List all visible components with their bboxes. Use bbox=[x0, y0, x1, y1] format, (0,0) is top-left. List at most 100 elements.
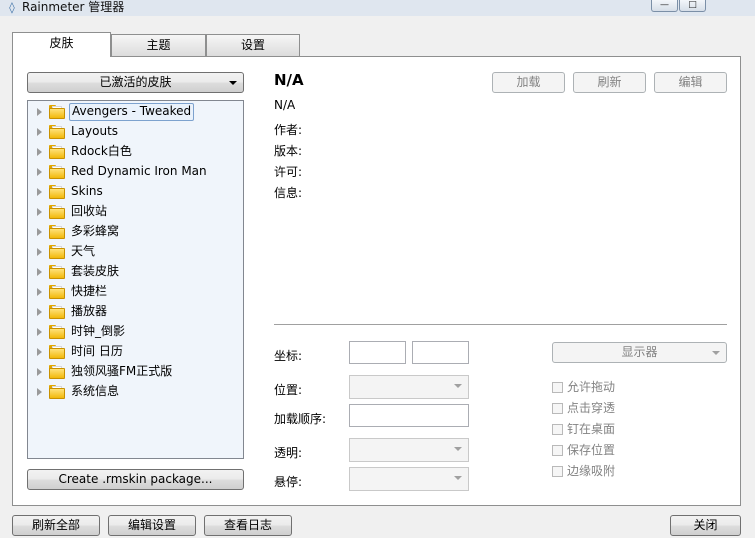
folder-icon bbox=[49, 145, 65, 159]
folder-icon bbox=[49, 105, 65, 119]
tree-item[interactable]: Skins bbox=[28, 182, 243, 202]
folder-icon bbox=[49, 285, 65, 299]
tree-item[interactable]: Layouts bbox=[28, 122, 243, 142]
license-label: 许可: bbox=[274, 165, 303, 179]
chevron-down-icon bbox=[454, 447, 462, 451]
load-button[interactable]: 加载 bbox=[492, 72, 565, 93]
active-skins-dropdown-label: 已激活的皮肤 bbox=[99, 75, 172, 89]
author-label: 作者: bbox=[274, 123, 303, 137]
coordinate-x-input[interactable] bbox=[349, 341, 406, 364]
tree-item[interactable]: Rdock白色 bbox=[28, 142, 243, 162]
view-log-button[interactable]: 查看日志 bbox=[204, 515, 292, 536]
tree-item[interactable]: 套装皮肤 bbox=[28, 262, 243, 282]
tree-item-label: 回收站 bbox=[71, 204, 108, 218]
tree-item[interactable]: 天气 bbox=[28, 242, 243, 262]
folder-icon bbox=[49, 165, 65, 179]
save-position-checkbox[interactable]: 保存位置 bbox=[552, 443, 672, 459]
checkbox-box bbox=[552, 424, 563, 435]
folder-icon bbox=[49, 245, 65, 259]
edit-settings-button[interactable]: 编辑设置 bbox=[108, 515, 196, 536]
tree-item-label: 快捷栏 bbox=[71, 284, 108, 298]
info-label: 信息: bbox=[274, 186, 303, 200]
folder-icon bbox=[49, 325, 65, 339]
maximize-button[interactable]: □ bbox=[679, 0, 706, 12]
expand-arrow-icon[interactable] bbox=[37, 148, 42, 156]
tree-item-label: Avengers - Tweaked bbox=[69, 103, 195, 121]
tree-item-label: 系统信息 bbox=[71, 384, 120, 398]
tab-skins[interactable]: 皮肤 bbox=[12, 32, 111, 57]
expand-arrow-icon[interactable] bbox=[37, 308, 42, 316]
tab-settings[interactable]: 设置 bbox=[206, 34, 300, 56]
checkbox-label: 边缘吸附 bbox=[567, 464, 616, 478]
chevron-down-icon bbox=[454, 384, 462, 388]
checkbox-box bbox=[552, 466, 563, 477]
tree-item-label: 多彩蜂窝 bbox=[71, 224, 120, 238]
checkbox-label: 点击穿透 bbox=[567, 401, 616, 415]
expand-arrow-icon[interactable] bbox=[37, 248, 42, 256]
expand-arrow-icon[interactable] bbox=[37, 328, 42, 336]
position-select[interactable] bbox=[349, 375, 469, 399]
folder-icon bbox=[49, 365, 65, 379]
tree-item[interactable]: 时间 日历 bbox=[28, 342, 243, 362]
tree-item-label: 时钟_倒影 bbox=[71, 324, 126, 338]
tree-item[interactable]: 多彩蜂窝 bbox=[28, 222, 243, 242]
tree-item[interactable]: 播放器 bbox=[28, 302, 243, 322]
tab-themes[interactable]: 主题 bbox=[111, 34, 206, 56]
expand-arrow-icon[interactable] bbox=[37, 268, 42, 276]
expand-arrow-icon[interactable] bbox=[37, 228, 42, 236]
tree-item-label: 独领风骚FM正式版 bbox=[71, 364, 173, 378]
draggable-checkbox[interactable]: 允许拖动 bbox=[552, 380, 672, 396]
checkbox-box bbox=[552, 403, 563, 414]
expand-arrow-icon[interactable] bbox=[37, 388, 42, 396]
chevron-down-icon bbox=[712, 351, 720, 355]
load-order-label: 加载顺序: bbox=[274, 412, 327, 426]
tree-item[interactable]: 回收站 bbox=[28, 202, 243, 222]
create-rmskin-package-button[interactable]: Create .rmskin package... bbox=[27, 469, 244, 490]
tree-item[interactable]: 时钟_倒影 bbox=[28, 322, 243, 342]
monitor-dropdown[interactable]: 显示器 bbox=[552, 342, 727, 363]
tree-item-label: 时间 日历 bbox=[71, 344, 123, 358]
edit-button[interactable]: 编辑 bbox=[654, 72, 727, 93]
expand-arrow-icon[interactable] bbox=[37, 188, 42, 196]
window-title: Rainmeter 管理器 bbox=[22, 0, 125, 14]
refresh-button[interactable]: 刷新 bbox=[573, 72, 646, 93]
tree-item[interactable]: Avengers - Tweaked bbox=[28, 102, 243, 122]
tree-item[interactable]: 系统信息 bbox=[28, 382, 243, 402]
hover-select[interactable] bbox=[349, 467, 469, 491]
folder-icon bbox=[49, 345, 65, 359]
tree-item[interactable]: Red Dynamic Iron Man bbox=[28, 162, 243, 182]
expand-arrow-icon[interactable] bbox=[37, 348, 42, 356]
skin-subname: N/A bbox=[274, 98, 296, 112]
expand-arrow-icon[interactable] bbox=[37, 108, 42, 116]
expand-arrow-icon[interactable] bbox=[37, 168, 42, 176]
tree-item[interactable]: 独领风骚FM正式版 bbox=[28, 362, 243, 382]
folder-icon bbox=[49, 205, 65, 219]
position-label: 位置: bbox=[274, 383, 303, 397]
coordinates-label: 坐标: bbox=[274, 349, 303, 363]
folder-icon bbox=[49, 185, 65, 199]
expand-arrow-icon[interactable] bbox=[37, 208, 42, 216]
click-through-checkbox[interactable]: 点击穿透 bbox=[552, 401, 672, 417]
tree-item[interactable]: 快捷栏 bbox=[28, 282, 243, 302]
close-button[interactable]: 关闭 bbox=[670, 515, 741, 536]
chevron-down-icon bbox=[454, 476, 462, 480]
snap-to-edges-checkbox[interactable]: 边缘吸附 bbox=[552, 464, 672, 480]
checkbox-box bbox=[552, 382, 563, 393]
tree-item-label: 天气 bbox=[71, 244, 96, 258]
rainmeter-logo-icon: ◊ bbox=[9, 1, 15, 14]
skin-tree[interactable]: Avengers - Tweaked Layouts Rdock白色 Red Dyna… bbox=[27, 100, 244, 459]
minimize-button[interactable]: — bbox=[651, 0, 678, 12]
active-skins-dropdown[interactable]: 已激活的皮肤 bbox=[27, 72, 244, 93]
folder-icon bbox=[49, 265, 65, 279]
expand-arrow-icon[interactable] bbox=[37, 128, 42, 136]
keep-on-screen-checkbox[interactable]: 钉在桌面 bbox=[552, 422, 672, 438]
chevron-down-icon bbox=[229, 81, 237, 85]
tree-item-label: 播放器 bbox=[71, 304, 108, 318]
load-order-input[interactable] bbox=[349, 404, 469, 427]
refresh-all-button[interactable]: 刷新全部 bbox=[12, 515, 100, 536]
expand-arrow-icon[interactable] bbox=[37, 288, 42, 296]
expand-arrow-icon[interactable] bbox=[37, 368, 42, 376]
transparency-select[interactable] bbox=[349, 438, 469, 462]
coordinate-y-input[interactable] bbox=[412, 341, 469, 364]
checkbox-label: 允许拖动 bbox=[567, 380, 616, 394]
